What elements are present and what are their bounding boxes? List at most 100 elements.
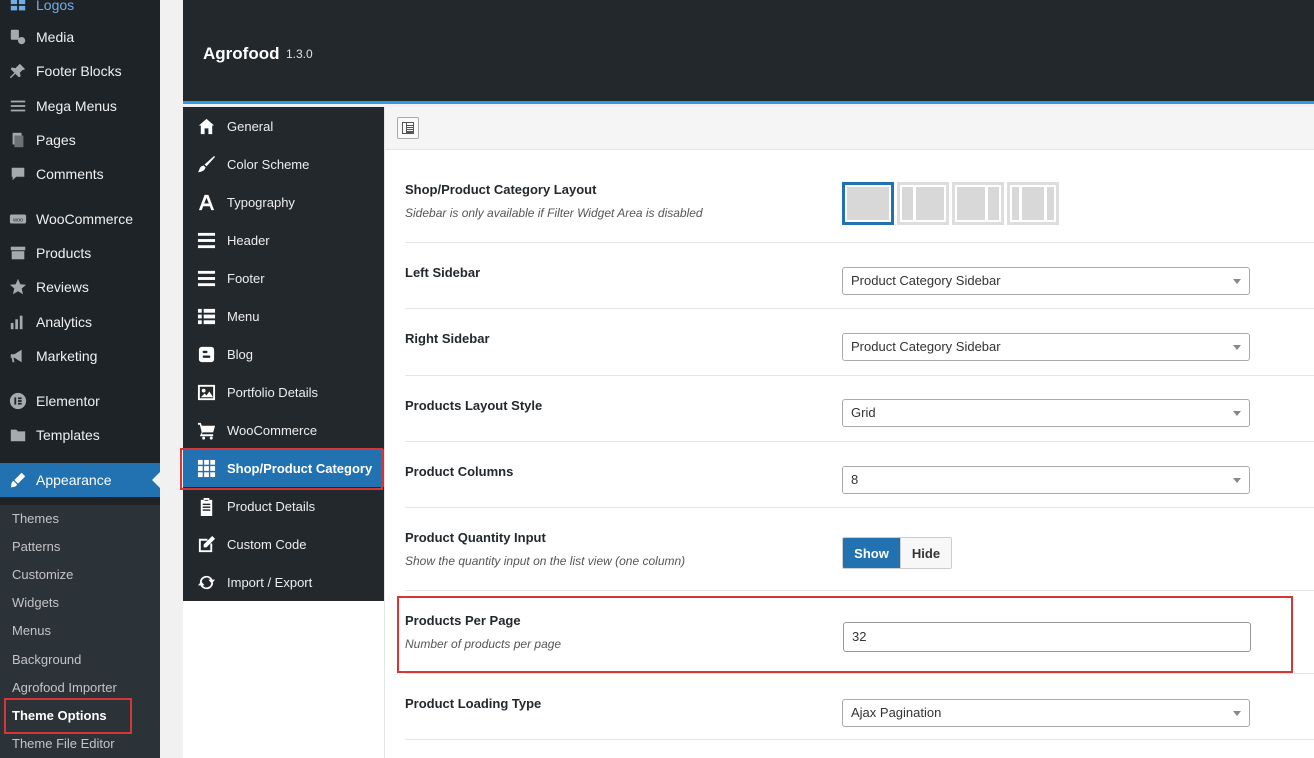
field-right-sidebar: Right Sidebar Product Category Sidebar xyxy=(405,309,1314,376)
chevron-down-icon xyxy=(1233,345,1241,350)
submenu-customize[interactable]: Customize xyxy=(12,565,73,585)
menu-item-reviews[interactable]: Reviews xyxy=(0,270,160,304)
layout-option-left-sidebar[interactable] xyxy=(897,182,949,225)
theme-version: 1.3.0 xyxy=(286,47,313,61)
nav-item-woocommerce[interactable]: WooCommerce xyxy=(183,411,384,449)
menu-item-mega-menus[interactable]: Mega Menus xyxy=(0,89,160,123)
menu-item-products[interactable]: Products xyxy=(0,236,160,270)
blogger-icon xyxy=(196,344,216,364)
cart-icon xyxy=(196,420,216,440)
nav-item-color-scheme[interactable]: Color Scheme xyxy=(183,145,384,183)
menu-item-comments[interactable]: Comments xyxy=(0,157,160,191)
submenu-agrofood-importer[interactable]: Agrofood Importer xyxy=(12,678,117,698)
theme-options-header: Agrofood 1.3.0 xyxy=(183,0,1314,104)
nav-item-product-details[interactable]: Product Details xyxy=(183,487,384,525)
edit-icon xyxy=(196,534,216,554)
menu-label: Elementor xyxy=(36,393,100,409)
highlight-box xyxy=(4,698,132,734)
nav-item-menu[interactable]: Menu xyxy=(183,297,384,335)
menu-item-templates[interactable]: Templates xyxy=(0,418,160,452)
menu-item-media[interactable]: Media xyxy=(0,20,160,54)
select-value: Grid xyxy=(851,405,876,420)
refresh-icon xyxy=(196,572,216,592)
field-product-loading-type: Product Loading Type Ajax Pagination xyxy=(405,674,1314,740)
submenu-themes[interactable]: Themes xyxy=(12,509,59,529)
highlight-box xyxy=(397,596,1293,673)
menu-label: Products xyxy=(36,245,92,261)
show-button[interactable]: Show xyxy=(843,538,900,568)
grid-icon xyxy=(8,0,28,15)
menu-item-appearance[interactable]: Appearance xyxy=(0,463,160,497)
right-sidebar-select[interactable]: Product Category Sidebar xyxy=(842,333,1250,361)
clipboard-icon xyxy=(196,496,216,516)
field-product-columns: Product Columns 8 xyxy=(405,442,1314,508)
layout-option-no-sidebar[interactable] xyxy=(842,182,894,225)
nav-item-footer[interactable]: Footer xyxy=(183,259,384,297)
left-sidebar-select[interactable]: Product Category Sidebar xyxy=(842,267,1250,295)
menu-item-woocommerce[interactable]: woo WooCommerce xyxy=(0,202,160,236)
megaphone-icon xyxy=(8,346,28,366)
menu-item-footer-blocks[interactable]: Footer Blocks xyxy=(0,54,160,88)
nav-item-import-export[interactable]: Import / Export xyxy=(183,563,384,601)
submenu-menus[interactable]: Menus xyxy=(12,621,51,641)
layout-style-select[interactable]: Grid xyxy=(842,399,1250,427)
elementor-icon xyxy=(8,391,28,411)
pages-icon xyxy=(8,130,28,150)
nav-empty-area xyxy=(183,601,384,758)
expand-toggle-button[interactable] xyxy=(397,117,419,139)
nav-label: Footer xyxy=(227,270,265,286)
pin-icon xyxy=(8,61,28,81)
nav-label: Color Scheme xyxy=(227,156,310,172)
menu-label: Comments xyxy=(36,166,104,182)
nav-label: Custom Code xyxy=(227,536,307,552)
field-title: Right Sidebar xyxy=(405,331,490,346)
submenu-theme-file-editor[interactable]: Theme File Editor xyxy=(12,734,115,754)
home-icon xyxy=(196,116,216,136)
field-products-layout-style: Products Layout Style Grid xyxy=(405,376,1314,442)
highlight-box xyxy=(180,448,383,490)
chevron-down-icon xyxy=(1233,279,1241,284)
nav-item-custom-code[interactable]: Custom Code xyxy=(183,525,384,563)
brush-icon xyxy=(8,470,28,490)
submenu-widgets[interactable]: Widgets xyxy=(12,593,59,613)
menu-label: Mega Menus xyxy=(36,98,117,114)
menu-label: Logos xyxy=(36,0,75,13)
menu-item-logos[interactable]: Logos xyxy=(0,0,160,22)
menu-item-analytics[interactable]: Analytics xyxy=(0,305,160,339)
submenu-background[interactable]: Background xyxy=(12,650,81,670)
menu-label: Media xyxy=(36,29,75,45)
field-title: Left Sidebar xyxy=(405,265,481,280)
menu-label: WooCommerce xyxy=(36,211,133,227)
folder-icon xyxy=(8,425,28,445)
field-product-quantity-input: Product Quantity Input Show the quantity… xyxy=(405,508,1314,591)
chevron-down-icon xyxy=(1233,711,1241,716)
nav-item-typography[interactable]: Typography xyxy=(183,183,384,221)
menu-item-pages[interactable]: Pages xyxy=(0,123,160,157)
product-columns-select[interactable]: 8 xyxy=(842,466,1250,494)
options-toolbar xyxy=(385,107,1314,150)
field-description: Show the quantity input on the list view… xyxy=(405,554,686,568)
menu-label: Reviews xyxy=(36,279,89,295)
submenu-patterns[interactable]: Patterns xyxy=(12,537,60,557)
nav-item-general[interactable]: General xyxy=(183,107,384,145)
nav-item-portfolio-details[interactable]: Portfolio Details xyxy=(183,373,384,411)
nav-label: Header xyxy=(227,232,270,248)
hide-button[interactable]: Hide xyxy=(900,538,951,568)
layout-option-both-sidebars[interactable] xyxy=(1007,182,1059,225)
layout-selector xyxy=(842,182,1062,226)
nav-label: Product Details xyxy=(227,498,316,514)
nav-item-blog[interactable]: Blog xyxy=(183,335,384,373)
nav-label: Portfolio Details xyxy=(227,384,319,400)
nav-item-header[interactable]: Header xyxy=(183,221,384,259)
loading-type-select[interactable]: Ajax Pagination xyxy=(842,699,1250,727)
menu-item-elementor[interactable]: Elementor xyxy=(0,384,160,418)
layout-option-right-sidebar[interactable] xyxy=(952,182,1004,225)
svg-text:woo: woo xyxy=(12,217,23,223)
chevron-down-icon xyxy=(1233,478,1241,483)
menu-label: Appearance xyxy=(36,472,112,488)
menu-icon xyxy=(8,96,28,116)
theme-options-nav: General Color Scheme Typography Header F… xyxy=(183,107,384,601)
menu-icon xyxy=(196,268,216,288)
menu-label: Footer Blocks xyxy=(36,63,122,79)
menu-item-marketing[interactable]: Marketing xyxy=(0,339,160,373)
